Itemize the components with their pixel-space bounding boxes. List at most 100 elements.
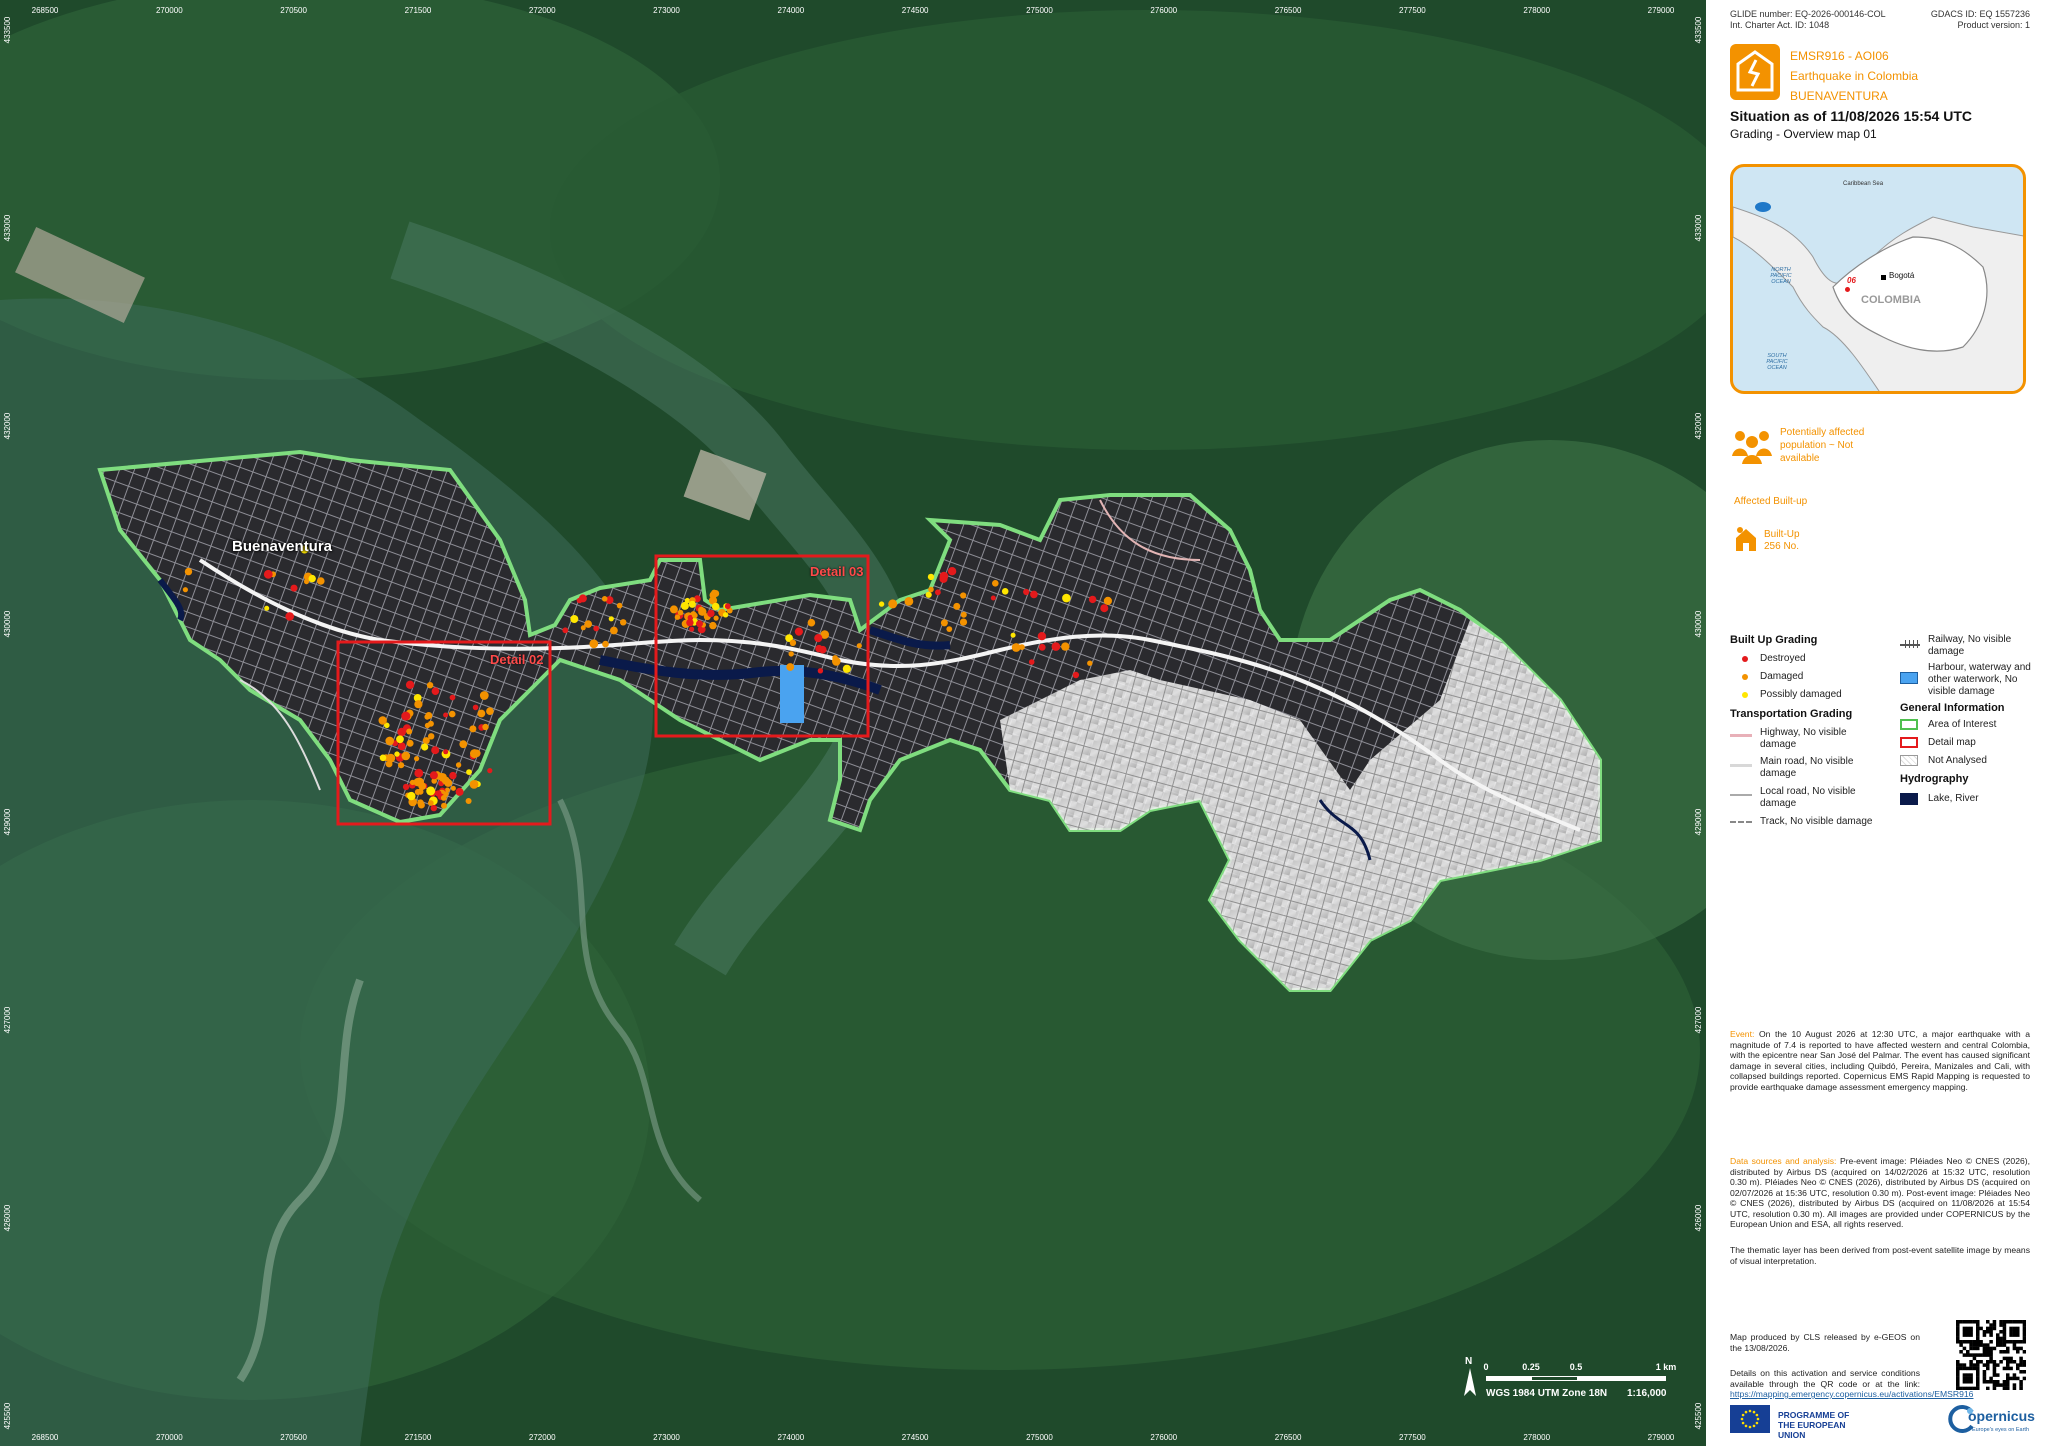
damage-point (466, 769, 472, 775)
product-label: Product version: (1957, 20, 2023, 30)
legend-builtup-grading: Built Up Grading (1730, 634, 1818, 646)
damage-point (589, 639, 599, 649)
map-frame[interactable]: Buenaventura Detail 02 Detail 03 268500 2… (0, 0, 1706, 1446)
damage-point (184, 567, 193, 576)
damage-point (406, 728, 413, 735)
damage-point (691, 612, 698, 619)
damage-point (427, 800, 434, 806)
legend-highway: Highway, No visible damage (1760, 727, 1847, 750)
damage-point (960, 592, 967, 599)
damage-point (426, 682, 434, 689)
easting-tick: 279000 (1647, 6, 1675, 15)
damage-point (443, 749, 449, 755)
damage-point (414, 768, 424, 778)
northing-tick: 426000 (1694, 1204, 1704, 1232)
damage-point (722, 612, 729, 618)
aoi-location-marker-icon (1845, 287, 1850, 292)
easting-tick: 276000 (1150, 1433, 1178, 1442)
activation-link[interactable]: https://mapping.emergency.copernicus.eu/… (1730, 1389, 1973, 1399)
damage-point (421, 743, 429, 751)
damage-point (593, 625, 600, 632)
damage-point (686, 618, 694, 627)
copernicus-wordmark: opernicus (1968, 1408, 2035, 1424)
easting-tick: 274000 (777, 1433, 805, 1442)
legend-hydrography: Hydrography (1900, 773, 1969, 785)
damage-point (992, 580, 999, 587)
map-subtitle: Grading - Overview map 01 (1730, 127, 1877, 141)
damage-point (401, 751, 411, 761)
damage-point (398, 762, 405, 769)
damage-point (616, 602, 623, 609)
damage-point (608, 616, 614, 622)
damage-point (1051, 642, 1061, 651)
damage-point (450, 785, 456, 791)
damage-point (424, 722, 431, 729)
damage-point (807, 618, 816, 627)
damage-point (698, 606, 705, 613)
inset-capital: Bogotá (1889, 271, 1915, 280)
damage-point (707, 609, 715, 618)
damage-point (417, 801, 425, 809)
northing-tick: 433500 (2, 16, 12, 44)
damage-point (935, 589, 941, 596)
damage-point (441, 802, 447, 809)
easting-tick: 270500 (280, 1433, 307, 1442)
inset-aoi-marker: 06 (1847, 276, 1856, 285)
damage-point (939, 571, 949, 581)
damage-point (789, 639, 797, 646)
copernicus-tagline: Europe's eyes on Earth (1972, 1427, 2030, 1433)
easting-tick: 274000 (777, 6, 805, 15)
data-sources: Data sources and analysis: Pre-event ima… (1730, 1156, 2030, 1230)
legend-detail-map: Detail map (1928, 737, 1976, 748)
damage-point (290, 584, 298, 592)
easting-tick: 270000 (155, 1433, 183, 1442)
damage-point (482, 723, 489, 731)
damage-point (402, 783, 410, 791)
damage-point (1030, 590, 1038, 599)
damage-point (407, 791, 416, 801)
damage-point (680, 601, 689, 610)
damage-point (443, 712, 449, 718)
legend-harbour: Harbour, waterway and other waterwork, N… (1928, 662, 2031, 697)
damage-point (562, 627, 569, 634)
not-analysed-swatch-icon (1900, 755, 1918, 766)
northing-tick: 425500 (1694, 1402, 1704, 1430)
damage-point (953, 602, 961, 610)
damage-point (1010, 632, 1016, 638)
damage-point (713, 615, 719, 621)
damage-point (669, 605, 678, 614)
damage-point (406, 739, 414, 747)
legend-general-information: General Information (1900, 702, 2005, 714)
damage-point (724, 603, 731, 610)
damage-point (794, 627, 804, 636)
damage-point (1100, 604, 1109, 613)
damage-point (263, 569, 273, 579)
scale-label-025: 0.25 (1522, 1362, 1540, 1372)
damage-point (709, 621, 717, 630)
track-line-icon (1730, 821, 1752, 823)
damage-point (414, 700, 423, 709)
northing-tick: 433000 (2, 214, 12, 242)
legend-aoi: Area of Interest (1928, 719, 1997, 730)
situation-title: Situation as of 11/08/2026 15:54 UTC (1730, 108, 1972, 124)
damage-point (449, 771, 457, 780)
product-row: Product version: 1 (1957, 20, 2030, 30)
damage-point (397, 727, 407, 737)
legend-possibly-damaged: Possibly damaged (1760, 689, 1842, 700)
damage-point (888, 599, 898, 609)
damage-point (429, 771, 438, 780)
scale-label-05: 0.5 (1569, 1362, 1583, 1372)
damage-point (431, 687, 440, 695)
damage-point (832, 657, 841, 666)
qr-code-icon[interactable] (1956, 1320, 2027, 1391)
damage-point (677, 609, 684, 616)
damage-point (401, 711, 411, 721)
damage-point (285, 612, 295, 621)
damage-point (602, 640, 609, 648)
easting-tick: 268500 (31, 1433, 59, 1442)
damage-point (414, 789, 421, 795)
detail-map-swatch-icon (1900, 737, 1918, 748)
glide-row: GLIDE number: EQ-2026-000146-COL (1730, 9, 1886, 19)
damage-point (424, 714, 431, 720)
damage-point (486, 707, 494, 715)
